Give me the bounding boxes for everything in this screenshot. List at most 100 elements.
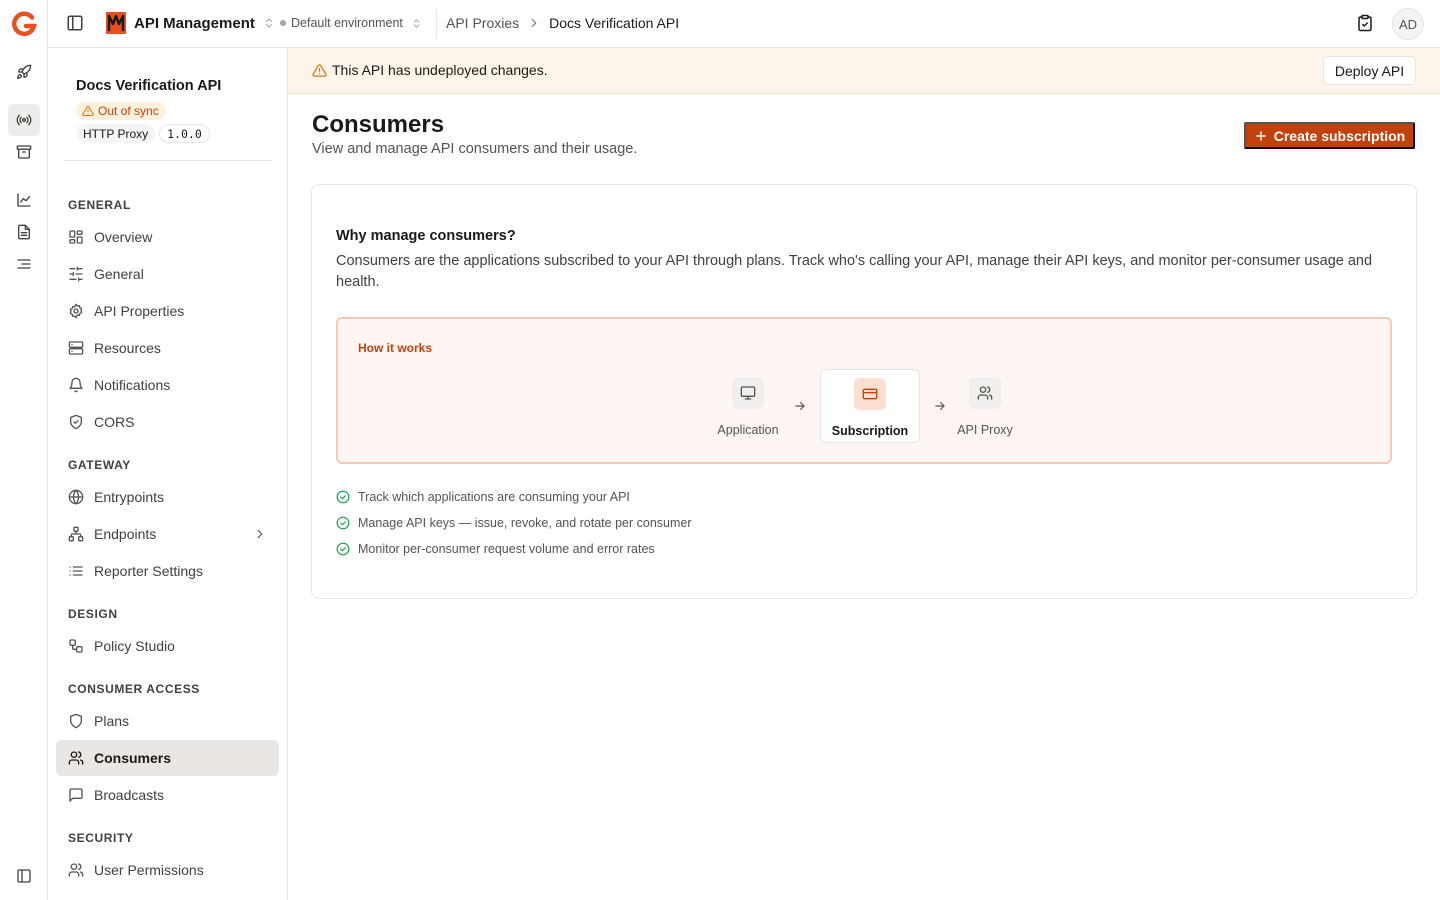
flow-step-label: Application bbox=[717, 423, 779, 437]
monitor-icon bbox=[732, 377, 764, 409]
flow-step-label: API Proxy bbox=[957, 423, 1013, 437]
network-icon bbox=[68, 526, 84, 542]
check-circle-icon bbox=[336, 490, 350, 504]
divider bbox=[64, 160, 271, 161]
archive-icon[interactable] bbox=[8, 136, 40, 168]
flow-step-api-proxy: API Proxy bbox=[935, 369, 1035, 443]
how-it-works-panel: How it works Application Subscription AP… bbox=[336, 317, 1392, 464]
chevron-right-icon bbox=[527, 16, 541, 30]
why-description: Consumers are the applications subscribe… bbox=[336, 253, 1373, 290]
message-icon bbox=[68, 787, 84, 803]
empty-state-card: Why manage consumers? Consumers are the … bbox=[311, 184, 1417, 599]
check-circle-icon bbox=[336, 542, 350, 556]
sidebar-item-label: Broadcasts bbox=[94, 787, 165, 803]
sidebar-item-label: Plans bbox=[94, 713, 130, 729]
environment-name: Default environment bbox=[291, 16, 403, 30]
sidebar-item-api-properties[interactable]: API Properties bbox=[56, 293, 279, 329]
top-bar: API Management Default environment API P… bbox=[48, 0, 1440, 48]
sidebar-item-policy-studio[interactable]: Policy Studio bbox=[56, 628, 279, 664]
sidebar-item-entrypoints[interactable]: Entrypoints bbox=[56, 479, 279, 515]
dashboard-icon bbox=[68, 229, 84, 245]
sliders-icon bbox=[68, 266, 84, 282]
sidebar-item-label: Reporter Settings bbox=[94, 563, 203, 579]
avatar[interactable]: AD bbox=[1392, 8, 1424, 40]
sidebar-item-label: Policy Studio bbox=[94, 638, 175, 654]
environment-selector[interactable]: Default environment bbox=[280, 16, 422, 30]
analytics-chart-icon[interactable] bbox=[8, 184, 40, 216]
create-subscription-button[interactable]: Create subscription bbox=[1244, 122, 1415, 149]
sidebar-item-notifications[interactable]: Notifications bbox=[56, 367, 279, 403]
sidebar-item-label: API Properties bbox=[94, 303, 185, 319]
why-title: Why manage consumers? bbox=[336, 228, 516, 244]
api-tags: HTTP Proxy 1.0.0 bbox=[76, 124, 210, 143]
banner-message: This API has undeployed changes. bbox=[332, 62, 548, 78]
benefit-text: Manage API keys — issue, revoke, and rot… bbox=[358, 516, 692, 530]
benefit-text: Monitor per-consumer request volume and … bbox=[358, 542, 655, 556]
create-subscription-label: Create subscription bbox=[1273, 127, 1406, 144]
sidebar-item-general[interactable]: General bbox=[56, 256, 279, 292]
sidebar-item-plans[interactable]: Plans bbox=[56, 703, 279, 739]
sidebar-item-consumers[interactable]: Consumers bbox=[56, 740, 279, 776]
globe-icon bbox=[68, 489, 84, 505]
sidebar-item-label: Notifications bbox=[94, 377, 171, 393]
sync-status-badge: Out of sync bbox=[76, 102, 166, 120]
app-switcher[interactable]: API Management bbox=[106, 12, 275, 34]
api-title: Docs Verification API bbox=[76, 78, 222, 94]
flow-step-label: Subscription bbox=[831, 424, 909, 438]
users-icon bbox=[68, 862, 84, 878]
sidebar-item-label: Entrypoints bbox=[94, 489, 165, 505]
chevron-updown-icon bbox=[411, 18, 422, 29]
benefit-item: Manage API keys — issue, revoke, and rot… bbox=[336, 516, 692, 530]
warning-icon bbox=[312, 63, 327, 78]
sidebar-toggle-icon[interactable] bbox=[66, 14, 86, 34]
sidebar-item-broadcasts[interactable]: Broadcasts bbox=[56, 777, 279, 813]
logs-list-icon[interactable] bbox=[8, 248, 40, 280]
sidebar-item-cors[interactable]: CORS bbox=[56, 404, 279, 440]
users-icon bbox=[969, 377, 1001, 409]
section-consumer-access: CONSUMER ACCESS bbox=[68, 682, 200, 696]
benefit-item: Monitor per-consumer request volume and … bbox=[336, 542, 655, 556]
app-name: API Management bbox=[134, 14, 255, 32]
sidebar-item-label: CORS bbox=[94, 414, 135, 430]
rocket-icon[interactable] bbox=[8, 56, 40, 88]
users-icon bbox=[68, 750, 84, 766]
section-design: DESIGN bbox=[68, 607, 118, 621]
benefit-item: Track which applications are consuming y… bbox=[336, 490, 630, 504]
sidebar-item-overview[interactable]: Overview bbox=[56, 219, 279, 255]
gear-icon bbox=[68, 303, 84, 319]
shield-icon bbox=[68, 713, 84, 729]
divider bbox=[436, 10, 437, 38]
sidebar-item-reporter-settings[interactable]: Reporter Settings bbox=[56, 553, 279, 589]
bell-icon bbox=[68, 377, 84, 393]
expand-rail-icon[interactable] bbox=[16, 868, 32, 884]
flow-step-subscription: Subscription bbox=[820, 369, 920, 443]
api-radio-icon[interactable] bbox=[8, 104, 40, 136]
sidebar-item-label: Overview bbox=[94, 229, 153, 245]
app-rail bbox=[0, 0, 48, 900]
breadcrumb-api-proxies[interactable]: API Proxies bbox=[446, 15, 519, 31]
sidebar-item-user-permissions[interactable]: User Permissions bbox=[56, 852, 279, 888]
flow-step-application: Application bbox=[698, 369, 798, 443]
sidebar-item-resources[interactable]: Resources bbox=[56, 330, 279, 366]
sidebar-item-label: Consumers bbox=[94, 750, 172, 766]
warning-icon bbox=[82, 105, 94, 117]
page-subtitle: View and manage API consumers and their … bbox=[312, 141, 638, 157]
breadcrumb-current: Docs Verification API bbox=[549, 15, 680, 31]
sidebar-item-endpoints[interactable]: Endpoints bbox=[56, 516, 279, 552]
environment-status-dot bbox=[280, 20, 286, 26]
chevron-updown-icon bbox=[263, 17, 275, 29]
sidebar-item-label: Resources bbox=[94, 340, 161, 356]
sidebar-item-label: Endpoints bbox=[94, 526, 157, 542]
check-circle-icon bbox=[336, 516, 350, 530]
server-icon bbox=[68, 340, 84, 356]
breadcrumb: API Proxies Docs Verification API bbox=[446, 15, 679, 31]
deploy-api-button[interactable]: Deploy API bbox=[1323, 56, 1416, 85]
arrow-right-icon bbox=[793, 399, 807, 413]
document-icon[interactable] bbox=[8, 216, 40, 248]
page-title: Consumers bbox=[312, 111, 445, 138]
brand-logo-icon[interactable] bbox=[10, 10, 38, 38]
shield-check-icon bbox=[68, 414, 84, 430]
tasks-clipboard-icon[interactable] bbox=[1356, 14, 1376, 34]
undeployed-changes-banner: This API has undeployed changes. Deploy … bbox=[288, 48, 1440, 94]
api-type-badge: HTTP Proxy bbox=[76, 124, 156, 143]
